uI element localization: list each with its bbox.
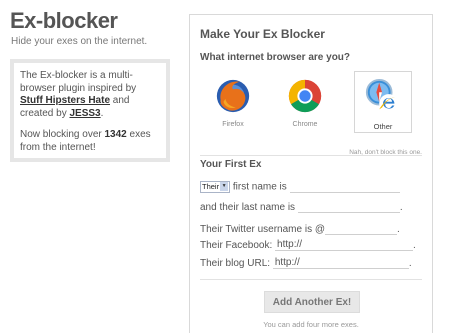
blog-row: Their blog URL: . [200, 257, 412, 269]
twitter-label: Their Twitter username is @ [200, 224, 326, 235]
pronoun-select[interactable]: Their ▼ [200, 181, 231, 193]
browser-question: What internet browser are you? [200, 52, 351, 63]
blog-input[interactable] [272, 257, 409, 269]
intro-text: The Ex-blocker is a multi-browser plugin… [20, 70, 137, 119]
browser-label-other: Other [373, 122, 393, 131]
firefox-icon [216, 79, 250, 113]
remaining-exes-text: You can add four more exes. [263, 320, 359, 329]
first-name-row: Their ▼ first name is [200, 181, 400, 193]
browser-label-chrome: Chrome [292, 121, 318, 128]
last-name-input[interactable] [297, 201, 400, 213]
browser-label-firefox: Firefox [222, 121, 244, 128]
facebook-input[interactable] [275, 239, 414, 251]
ex-blocker-form: Make Your Ex Blocker What internet brows… [189, 14, 433, 333]
browser-option-other[interactable]: Other [354, 71, 412, 133]
chevron-down-icon: ▼ [220, 182, 229, 191]
stuff-hipsters-hate-link[interactable]: Stuff Hipsters Hate [20, 95, 110, 106]
divider [200, 155, 422, 156]
app-title: Ex-blocker [10, 8, 118, 33]
jess3-link[interactable]: JESS3 [69, 108, 100, 119]
period: . [408, 258, 412, 269]
form-title: Make Your Ex Blocker [200, 27, 325, 41]
add-another-ex-button[interactable]: Add Another Ex! [264, 291, 360, 313]
period: . [413, 240, 416, 251]
facebook-label: Their Facebook: [200, 240, 273, 251]
twitter-row: Their Twitter username is @. [200, 223, 400, 235]
info-box: The Ex-blocker is a multi-browser plugin… [10, 59, 170, 162]
period: . [399, 202, 403, 213]
period: . [397, 224, 400, 235]
section-title: Your First Ex [200, 159, 262, 170]
first-name-label: first name is [230, 181, 287, 193]
blocked-count: 1342 [104, 129, 127, 140]
facebook-row: Their Facebook: . [200, 239, 416, 251]
safari-ie-icon [365, 78, 400, 114]
browser-option-firefox[interactable]: Firefox [204, 71, 262, 133]
blog-label: Their blog URL: [200, 258, 271, 269]
first-name-input[interactable] [289, 181, 400, 193]
browser-option-chrome[interactable]: Chrome [276, 71, 334, 133]
chrome-icon [288, 79, 322, 113]
last-name-row: and their last name is . [200, 201, 403, 213]
twitter-input[interactable] [325, 223, 398, 235]
last-name-label: and their last name is [200, 202, 296, 213]
divider [200, 279, 422, 280]
app-tagline: Hide your exes on the internet. [11, 36, 148, 47]
blocking-count-text: Now blocking over 1342 exes from the int… [20, 129, 151, 153]
